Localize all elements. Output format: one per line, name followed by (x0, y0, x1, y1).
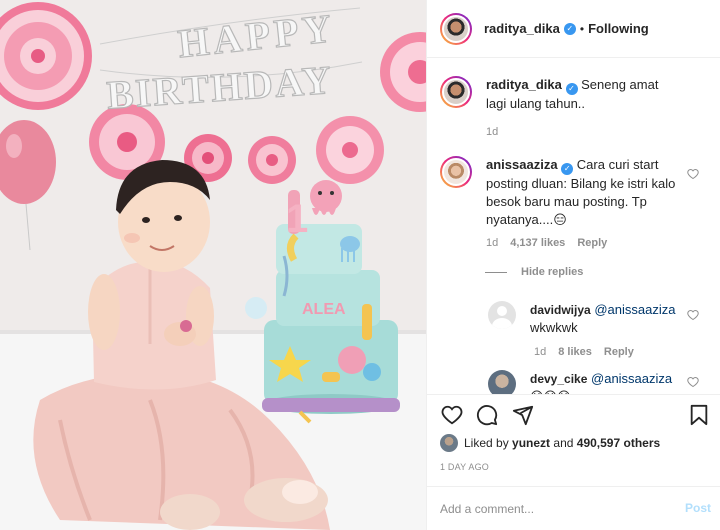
reply-mention[interactable]: @anissaaziza (591, 371, 672, 386)
reply-reply-button[interactable]: Reply (604, 346, 634, 358)
birthday-photo-illustration: HAPPY BIRTHDAY 1 ALEA (0, 0, 426, 530)
verified-icon: ✓ (565, 83, 578, 95)
caption-time[interactable]: 1d (486, 126, 498, 138)
cake-number-topper: 1 (286, 197, 308, 241)
post-photo[interactable]: HAPPY BIRTHDAY 1 ALEA (0, 0, 426, 530)
comments-list[interactable]: raditya_dika ✓ Seneng amat lagi ulang ta… (427, 58, 720, 394)
liked-by-others[interactable]: 490,597 others (577, 436, 660, 450)
likes-summary: Liked by yunezt and 490,597 others (440, 434, 660, 452)
reply: davidwijya @anissaaziza wkwkwk (488, 301, 680, 337)
action-bar (427, 394, 720, 434)
post-comment-button[interactable]: Post (685, 501, 711, 515)
reply-username[interactable]: devy_cike (530, 372, 587, 386)
divider-line (485, 271, 507, 273)
share-icon[interactable] (512, 404, 534, 426)
caption: raditya_dika ✓ Seneng amat lagi ulang ta… (440, 76, 682, 113)
post-timestamp[interactable]: 1 DAY AGO (440, 462, 489, 472)
hide-replies-button[interactable]: Hide replies (485, 266, 583, 278)
verified-icon: ✓ (563, 22, 576, 35)
reply-meta: 1d 8 likes Reply (534, 346, 634, 358)
separator-dot: • (579, 21, 585, 36)
add-comment-bar: Post (427, 486, 720, 530)
comment-likes[interactable]: 4,137 likes (510, 237, 565, 249)
liked-by-user[interactable]: yunezt (512, 436, 550, 450)
reply-mention[interactable]: @anissaaziza (594, 302, 675, 317)
reply-username[interactable]: davidwijya (530, 303, 591, 317)
instagram-post: HAPPY BIRTHDAY 1 ALEA raditya_dika ✓ • F… (0, 0, 720, 530)
liker-avatar[interactable] (440, 434, 458, 452)
add-comment-input[interactable] (440, 499, 670, 519)
comment-reply-button[interactable]: Reply (577, 237, 607, 249)
heart-icon[interactable] (441, 404, 463, 426)
paper-fan-decoration (316, 116, 384, 184)
reply-text: wkwkwk (530, 320, 578, 335)
author-avatar[interactable] (440, 12, 472, 45)
author-username[interactable]: raditya_dika (484, 21, 560, 36)
reply-avatar[interactable] (488, 301, 516, 329)
caption-username[interactable]: raditya_dika (486, 77, 562, 92)
comment-time[interactable]: 1d (486, 237, 498, 249)
comment-icon[interactable] (476, 404, 498, 426)
caption-meta: 1d (486, 126, 498, 138)
liked-by-and: and (553, 436, 574, 450)
cake-name-plate: ALEA (302, 301, 346, 318)
comment-avatar[interactable] (440, 156, 472, 188)
paper-fan-decoration (248, 136, 296, 184)
comment-username[interactable]: anissaaziza (486, 157, 558, 172)
comment-meta: 1d 4,137 likes Reply (486, 237, 607, 249)
reply-like-heart-icon[interactable] (687, 376, 699, 388)
caption-avatar[interactable] (440, 76, 472, 108)
comment-like-heart-icon[interactable] (687, 168, 699, 180)
reply-like-heart-icon[interactable] (687, 309, 699, 321)
reply-avatar[interactable] (488, 370, 516, 394)
reply: devy_cike @anissaaziza 😆😆😆 (488, 370, 680, 394)
liked-by-prefix: Liked by (464, 436, 509, 450)
comment: anissaaziza ✓ Cara curi start posting dl… (440, 156, 682, 229)
reply-time[interactable]: 1d (534, 346, 546, 358)
bookmark-icon[interactable] (689, 404, 709, 426)
post-header: raditya_dika ✓ • Following (427, 0, 720, 58)
verified-icon: ✓ (561, 163, 574, 175)
comments-panel: raditya_dika ✓ • Following raditya_dika … (426, 0, 720, 530)
following-button[interactable]: Following (588, 21, 649, 36)
hide-replies-label: Hide replies (521, 266, 584, 278)
reply-likes[interactable]: 8 likes (558, 346, 592, 358)
